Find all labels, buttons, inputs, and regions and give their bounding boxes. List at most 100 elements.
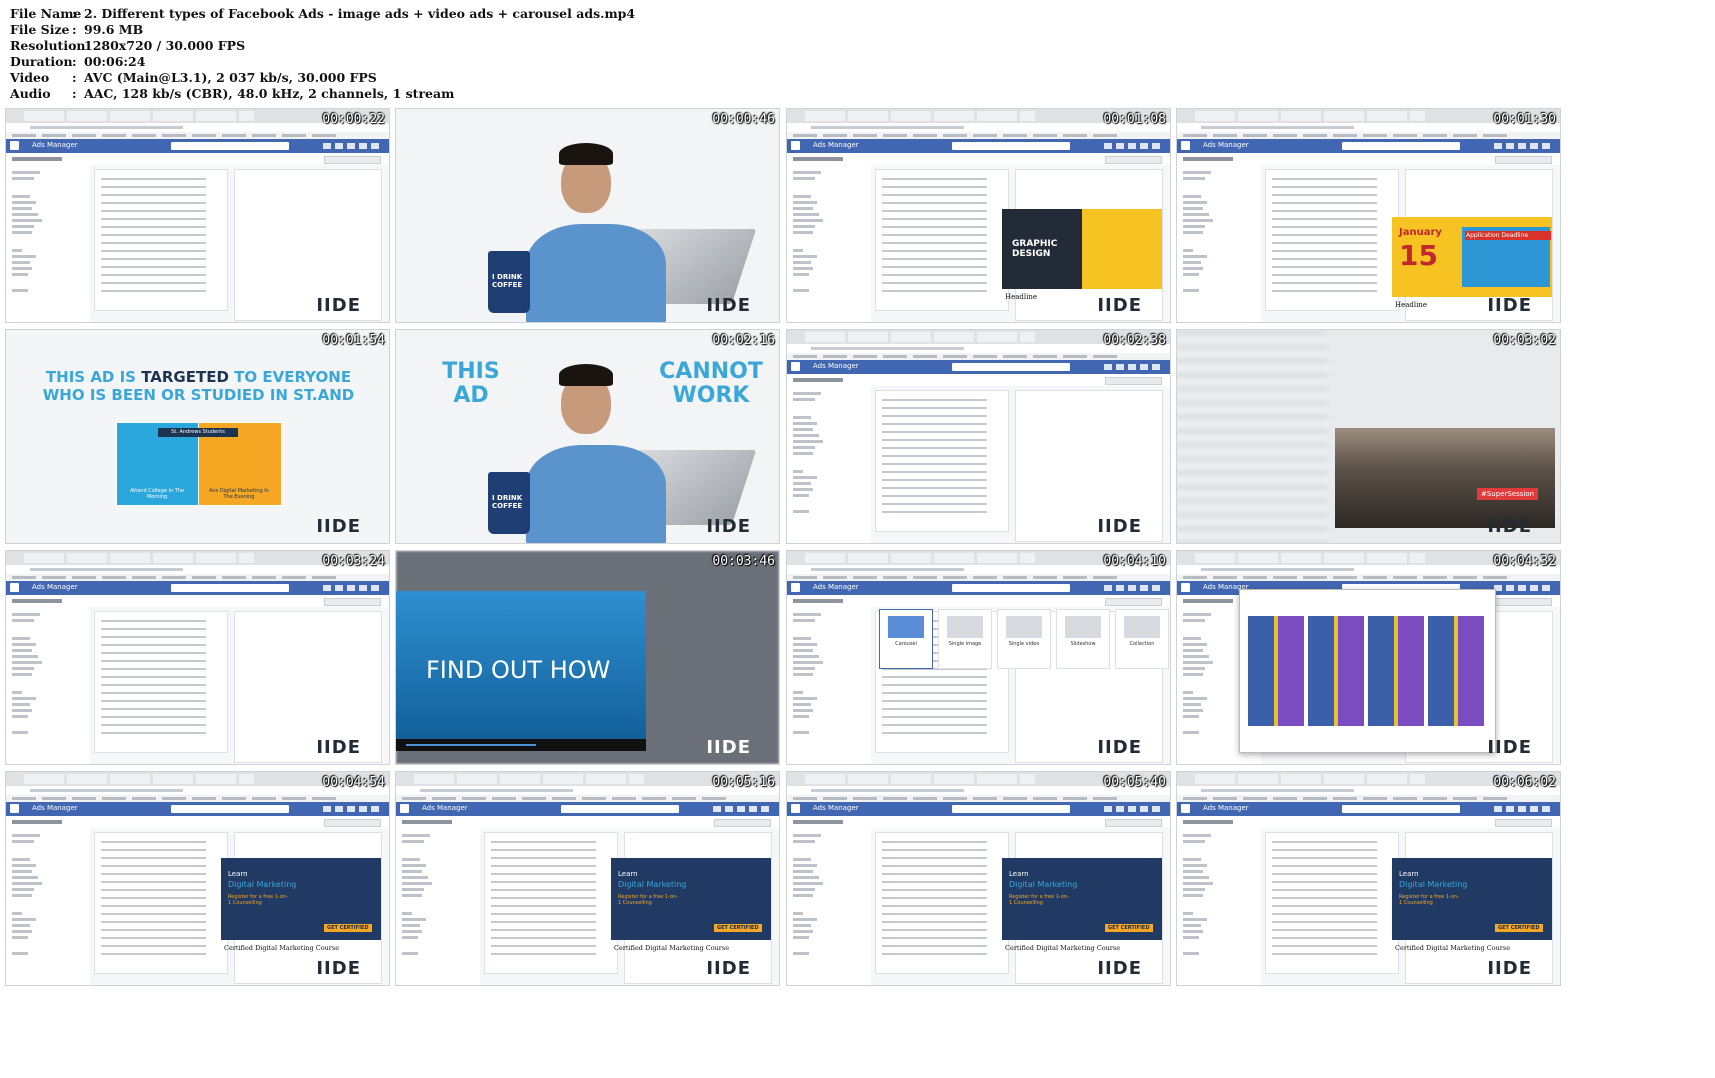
targeted-headline: THIS AD IS TARGETED TO EVERYONE WHO IS BE… [26,368,371,404]
ad-form-panel [484,832,618,974]
video-thumbnail: Ads Manager GRAPHIC DESIGN Headline IIDE 00:… [786,108,1171,323]
facebook-icon [10,804,19,813]
info-key: Video [10,70,50,85]
info-value: 2. Different types of Facebook Ads - ima… [84,6,636,21]
fb-title: Ads Manager [32,141,78,149]
facebook-icon [1181,804,1190,813]
iide-logo: IIDE [1487,295,1532,316]
fb-topbar: Ads Manager [396,802,779,816]
video-thumbnail: THIS AD IS TARGETED TO EVERYONE WHO IS BE… [5,329,390,544]
st-andrews-label: St. Andrews Students [158,428,238,437]
info-value: 00:06:24 [84,54,146,69]
video-thumbnail: Ads Manager Learn Digital Marketing Registe… [1176,771,1561,986]
format-card: Collection [1115,609,1169,669]
fb-topbar: Ads Manager [787,802,1170,816]
iide-logo: IIDE [316,295,361,316]
fb-title: Ads Manager [813,362,859,370]
certified-title: Certified Digital Marketing Course [614,944,730,952]
iide-logo: IIDE [316,516,361,537]
timestamp: 00:02:38 [1103,333,1166,348]
fb-title: Ads Manager [813,804,859,812]
facebook-icon [400,804,409,813]
timestamp: 00:00:22 [322,112,385,127]
format-card: Single video [997,609,1051,669]
headline-highlight: TARGETED [141,368,229,386]
fb-topbar: Ads Manager [1177,139,1560,153]
left-nav [787,828,873,985]
date-number: 15 [1399,239,1438,272]
thumbnail-grid: Ads Manager IIDE 00:00:22 I DRINK COFFEE IID… [5,108,1710,1074]
format-label: Single image [948,641,982,647]
video-thumbnail: Ads Manager Carousel Single image Single vi… [786,550,1171,765]
timestamp: 00:00:46 [712,112,775,127]
facebook-icon [1181,583,1190,592]
group-photo [1335,428,1555,528]
creative-get-certified: GET CERTIFIED [1105,924,1153,932]
fb-title: Ads Manager [32,804,78,812]
creative-dm: Digital Marketing [228,880,297,889]
creative-register: Register for a free 1-on-1 Counselling [1399,894,1459,906]
creative-dm: Digital Marketing [1399,880,1468,889]
presenter [506,129,686,322]
format-label: Collection [1129,641,1155,647]
left-nav [787,386,873,543]
info-row: Video: AVC (Main@L3.1), 2 037 kb/s, 30.00… [10,70,635,86]
left-nav [6,607,92,764]
timestamp: 00:03:46 [712,554,775,569]
certified-title: Certified Digital Marketing Course [1395,944,1511,952]
ad-form-panel [94,832,228,974]
headline-line2: WHO IS BEEN OR STUDIED IN ST.AND [42,386,355,404]
format-label: Single video [1008,641,1040,647]
iide-logo: IIDE [706,295,751,316]
format-label: Carousel [895,641,917,647]
creative-register: Register for a free 1-on-1 Counselling [228,894,288,906]
info-value: AAC, 128 kb/s (CBR), 48.0 kHz, 2 channel… [84,86,455,101]
info-colon: : [72,6,77,21]
search-input [560,805,680,813]
preview-headline: Headline [1005,293,1038,301]
ace-label: Ace Digital Marketing In The Evening [209,488,269,500]
headline-part: TO EVERYONE [228,368,352,386]
creative-learn: Learn [1399,870,1419,878]
info-colon: : [72,22,77,37]
info-key: Duration [10,54,73,69]
iide-logo: IIDE [316,958,361,979]
overlay-text-right: CANNOT WORK [659,359,763,408]
format-card: Slideshow [1056,609,1110,669]
timestamp: 00:05:16 [712,775,775,790]
info-colon: : [72,38,77,53]
facebook-icon [791,583,800,592]
fb-title: Ads Manager [422,804,468,812]
search-input [1341,805,1461,813]
creative-get-certified: GET CERTIFIED [714,924,762,932]
search-input [1341,142,1461,150]
video-thumbnail: Ads Manager IIDE 00:00:22 [5,108,390,323]
video-thumbnail: Ads Manager Learn Digital Marketing Registe… [395,771,780,986]
left-nav [6,165,92,322]
info-row: File Size:99.6 MB [10,22,635,38]
video-thumbnail: Ads Manager IIDE 00:04:32 [1176,550,1561,765]
left-nav [396,828,482,985]
iide-logo: IIDE [1487,737,1532,758]
video-caption: FIND OUT HOW [426,656,611,684]
video-thumbnail: Ads Manager IIDE 00:03:24 [5,550,390,765]
search-input [170,584,290,592]
iide-logo: IIDE [1097,295,1142,316]
mug-text: I DRINK COFFEE [492,494,523,510]
ad-form-panel [1265,169,1399,311]
coffee-mug: I DRINK COFFEE [488,251,530,313]
info-colon: : [72,86,77,101]
left-nav [787,165,873,322]
facebook-icon [10,141,19,150]
certified-title: Certified Digital Marketing Course [1005,944,1121,952]
iide-logo: IIDE [316,737,361,758]
iide-logo: IIDE [1097,958,1142,979]
info-value: 1280x720 / 30.000 FPS [84,38,246,53]
creative-register: Register for a free 1-on-1 Counselling [1009,894,1069,906]
creative-dm: Digital Marketing [1009,880,1078,889]
january-text: January [1399,227,1442,238]
info-colon: : [72,70,77,85]
search-input [170,142,290,150]
info-key: File Name [10,6,82,21]
fb-topbar: Ads Manager [6,581,389,595]
